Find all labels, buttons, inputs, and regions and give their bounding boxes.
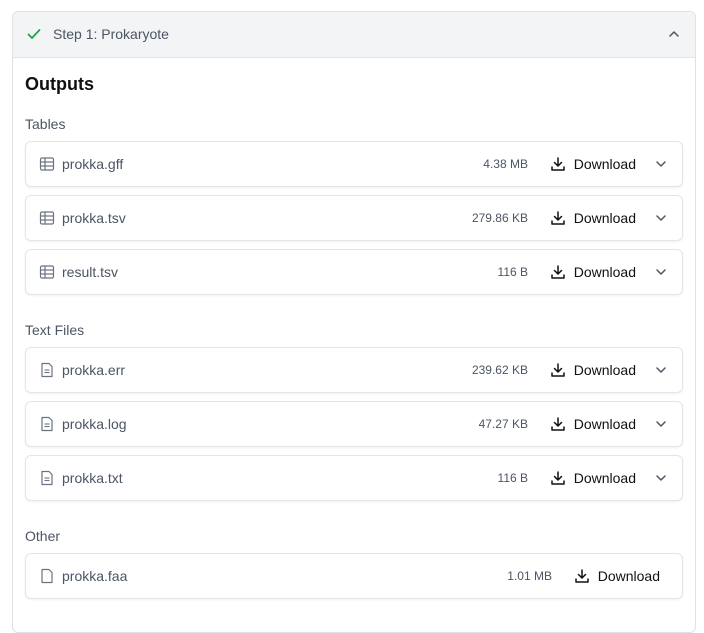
download-label: Download [573, 470, 636, 486]
download-icon [550, 417, 565, 431]
download-button[interactable]: Download [550, 208, 636, 228]
step-header[interactable]: Step 1: Prokaryote [13, 12, 695, 58]
text-file-icon [41, 470, 53, 486]
text-file-icon [41, 416, 53, 432]
file-size: 239.62 KB [471, 363, 528, 377]
section-label-text-files: Text Files [25, 322, 85, 338]
section-label-tables: Tables [25, 116, 66, 132]
download-label: Download [573, 264, 636, 280]
download-button[interactable]: Download [550, 154, 636, 174]
download-button[interactable]: Download [550, 262, 636, 282]
file-name: prokka.gff [62, 156, 124, 172]
file-name: prokka.tsv [62, 210, 126, 226]
download-button[interactable]: Download [574, 566, 660, 586]
file-row: prokka.err 239.62 KB Download [25, 347, 683, 393]
outputs-heading: Outputs [25, 74, 94, 94]
download-label: Download [573, 210, 636, 226]
chevron-down-icon[interactable] [654, 265, 668, 279]
file-size: 4.38 MB [483, 157, 528, 171]
download-icon [550, 363, 565, 377]
check-icon [27, 29, 41, 39]
file-row: prokka.faa 1.01 MB Download [25, 553, 683, 599]
download-icon [574, 569, 589, 583]
file-size: 116 B [497, 471, 528, 485]
chevron-down-icon[interactable] [654, 417, 668, 431]
file-name: prokka.faa [62, 568, 128, 584]
file-name: result.tsv [62, 264, 119, 280]
file-size: 47.27 KB [478, 417, 528, 431]
download-label: Download [573, 416, 636, 432]
file-name: prokka.err [62, 362, 126, 378]
download-label: Download [597, 568, 660, 584]
file-row: result.tsv 116 B Download [25, 249, 683, 295]
download-button[interactable]: Download [550, 468, 636, 488]
download-icon [550, 211, 565, 225]
file-row: prokka.log 47.27 KB Download [25, 401, 683, 447]
download-icon [550, 157, 565, 171]
download-label: Download [573, 156, 636, 172]
download-icon [550, 471, 565, 485]
text-file-icon [41, 362, 53, 378]
step-panel: Step 1: Prokaryote Outputs Tables prokka… [12, 11, 696, 633]
chevron-up-icon[interactable] [667, 27, 681, 41]
chevron-down-icon[interactable] [654, 157, 668, 171]
file-name: prokka.log [62, 416, 127, 432]
file-size: 116 B [497, 265, 528, 279]
file-size: 1.01 MB [507, 569, 552, 583]
chevron-down-icon[interactable] [654, 363, 668, 377]
file-name: prokka.txt [62, 470, 123, 486]
download-button[interactable]: Download [550, 414, 636, 434]
download-label: Download [573, 362, 636, 378]
file-row: prokka.tsv 279.86 KB Download [25, 195, 683, 241]
download-button[interactable]: Download [550, 360, 636, 380]
step-title: Step 1: Prokaryote [53, 26, 169, 42]
file-icon [41, 568, 53, 584]
download-icon [550, 265, 565, 279]
file-row: prokka.txt 116 B Download [25, 455, 683, 501]
section-label-other: Other [25, 528, 61, 544]
file-size: 279.86 KB [471, 211, 528, 225]
table-icon [39, 265, 55, 279]
chevron-down-icon[interactable] [654, 211, 668, 225]
table-icon [39, 211, 55, 225]
file-row: prokka.gff 4.38 MB Download [25, 141, 683, 187]
table-icon [39, 157, 55, 171]
chevron-down-icon[interactable] [654, 471, 668, 485]
